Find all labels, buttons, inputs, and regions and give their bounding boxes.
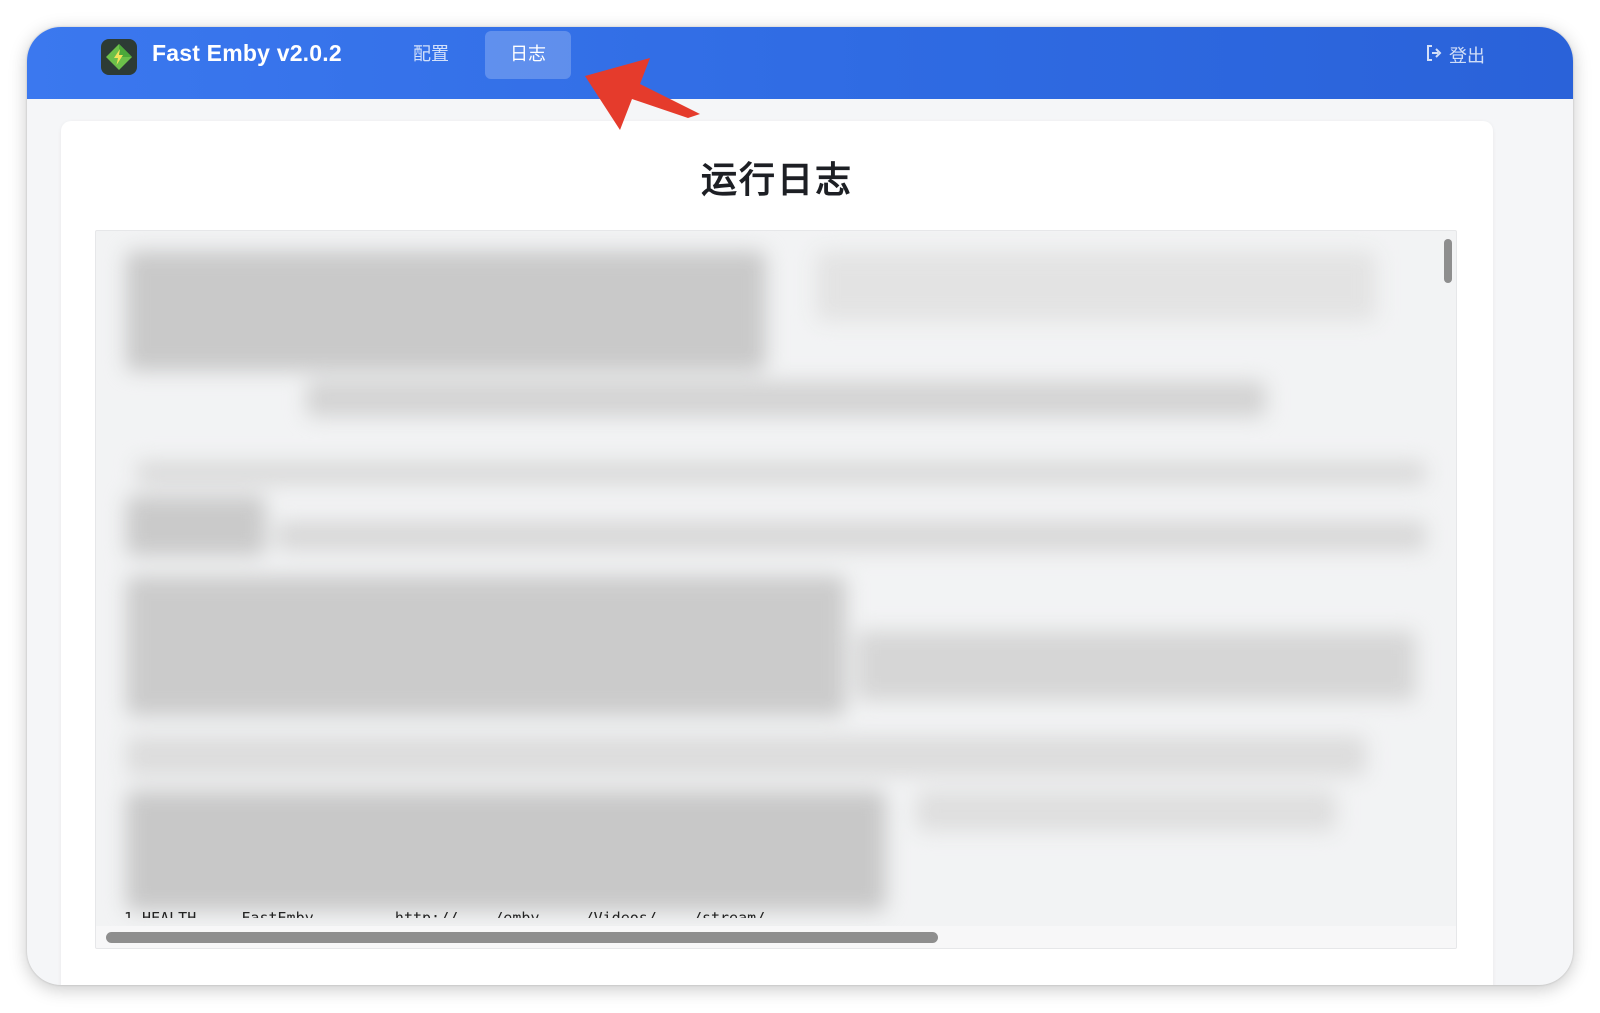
log-card: 运行日志 1 HEALTH ... FastEmby ... ... http:… (61, 121, 1493, 985)
nav-tab-config[interactable]: 配置 (397, 31, 465, 79)
blurred-log-content (96, 231, 1456, 948)
app-logo-icon (101, 39, 137, 75)
horizontal-scrollbar-track (96, 926, 1456, 948)
horizontal-scrollbar-thumb[interactable] (106, 932, 938, 943)
app-window: Fast Emby v2.0.2 配置 日志 登出 运行日志 1 HEALTH … (27, 27, 1573, 985)
nav-tab-log[interactable]: 日志 (485, 31, 571, 79)
logout-button[interactable]: 登出 (1425, 43, 1485, 67)
logout-label: 登出 (1449, 46, 1485, 67)
app-brand-title: Fast Emby v2.0.2 (152, 40, 342, 66)
vertical-scrollbar[interactable] (1444, 239, 1452, 283)
top-navbar: Fast Emby v2.0.2 配置 日志 登出 (27, 27, 1573, 99)
log-output-panel[interactable]: 1 HEALTH ... FastEmby ... ... http://...… (95, 230, 1457, 949)
page-title: 运行日志 (700, 160, 853, 201)
sign-out-icon (1425, 44, 1443, 67)
